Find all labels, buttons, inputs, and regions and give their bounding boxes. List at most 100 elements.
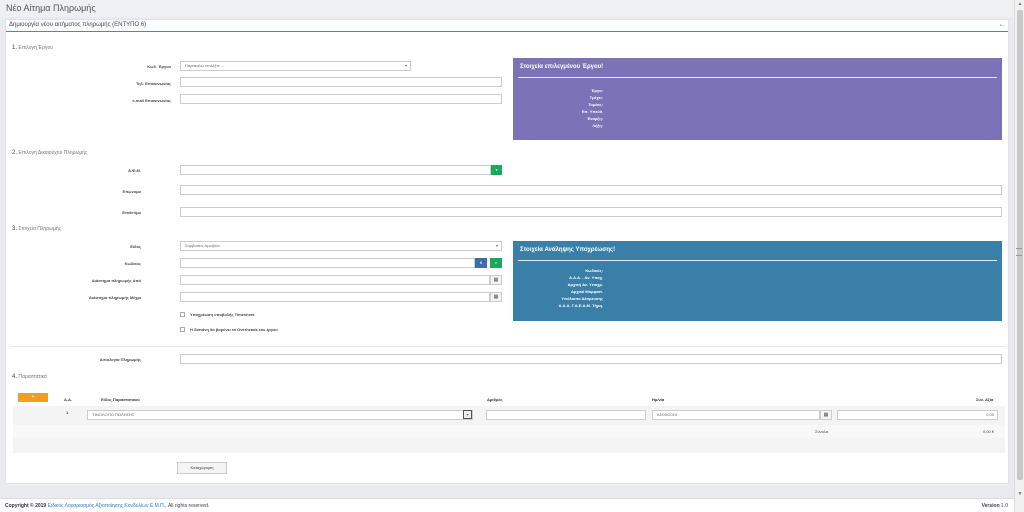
surname-input[interactable]	[180, 185, 1002, 195]
document-date-input[interactable]: 02/05/2019	[652, 410, 820, 420]
payment-type-value: Σύμβασεις Αμοιβών	[185, 243, 221, 248]
footer-copyright: Copyright © 2019 Ειδικός Λογαριασμός Αξι…	[5, 503, 209, 509]
calendar-icon[interactable]: ▦	[820, 410, 832, 420]
section-3-title-text: Στοιχεία Πληρωμής	[18, 226, 62, 232]
period-to-label: Διάστημα πληρωμής Μέχρι	[89, 295, 141, 300]
page-title: Νέο Αίτημα Πληρωμής	[6, 3, 96, 13]
document-value: 0,00	[986, 412, 994, 417]
project-info-field: Έργο:	[591, 88, 603, 93]
scroll-thumb[interactable]	[1017, 10, 1023, 480]
section-3-number: 3.	[12, 226, 18, 232]
add-document-button[interactable]: +	[18, 393, 48, 402]
firstname-input[interactable]	[180, 207, 1002, 217]
payment-type-label: Είδος	[130, 244, 141, 249]
commitment-info-box: Στοιχεία Ανάληψης Υποχρέωσης! Κωδικός: Α…	[513, 241, 1002, 321]
commitment-info-field: Α.Α.Α. - Αν. Υποχ.	[569, 275, 603, 280]
project-info-field: Τρέχει:	[589, 95, 603, 100]
phone-label: Τηλ. Επικοινωνίας	[135, 81, 171, 86]
overheads-label: Η δαπάνη θα βαρύνει τα Overheads του έργ…	[190, 327, 278, 332]
document-type-select[interactable]: ΤΙΜΟΛΟΓΙΟ ΠΩΛΗΣΗΣ ▾	[87, 410, 473, 420]
project-info-box: Στοιχεία επιλεγμένου Έργου! Έργο: Τρέχει…	[513, 58, 1002, 140]
totals-label: Σύνολα	[815, 429, 829, 434]
timesheet-checkbox[interactable]	[180, 312, 185, 317]
section-3-title: 3. Στοιχεία Πληρωμής	[12, 226, 61, 232]
commitment-info-field: Αρχικό Μορφοπ.	[570, 289, 603, 294]
document-value-input[interactable]: 0,00	[837, 410, 998, 420]
calendar-icon[interactable]: ▦	[490, 275, 502, 285]
table-footer-band	[13, 438, 1005, 453]
chevron-down-icon: ▾	[404, 63, 407, 68]
section-2-title-text: Επιλογή Δικαιούχου Πληρωμής	[18, 150, 88, 156]
column-header-aa: Α.Α.	[64, 397, 72, 402]
totals-value: 0,00 €	[983, 429, 995, 434]
section-2-number: 2.	[12, 150, 18, 156]
version-label: Version	[981, 503, 1000, 509]
search-button[interactable]: ⌕	[490, 258, 502, 268]
row-aa: 1	[66, 410, 69, 415]
footer-version: Version 1.0	[982, 503, 1008, 509]
email-input[interactable]	[180, 94, 502, 104]
totals-row: Σύνολα 0,00 €	[13, 425, 1005, 438]
commitment-info-field: Κωδικός:	[585, 268, 603, 273]
scroll-up-icon[interactable]: ▲	[1016, 0, 1024, 8]
commitment-info-field: Α.Α.Α. Γ.Α.Ε.Α.Μ. Τήρη.	[558, 303, 603, 308]
chevron-down-icon[interactable]: ▾	[463, 410, 472, 419]
page-header: Νέο Αίτημα Πληρωμής	[0, 0, 1014, 17]
phone-input[interactable]	[180, 77, 502, 87]
vertical-scrollbar[interactable]: ▲ ▼	[1014, 0, 1024, 512]
panel-heading-text: Δημιουργία νέου αιτήματος πληρωμής (ΕΝΤΥ…	[9, 22, 147, 28]
project-info-field: Έναρξη:	[586, 116, 603, 121]
afm-label: Α.Φ.Μ.	[128, 168, 141, 173]
column-header-document-type: Είδος Παραστατικού	[101, 397, 140, 402]
project-code-select[interactable]: Παρακαλώ επιλέξτε ... ▾	[180, 61, 411, 71]
column-header-total-value: Συν. Αξία	[976, 397, 994, 402]
currency-button[interactable]: $	[475, 258, 487, 268]
period-from-label: Διάστημα πληρωμής Από	[91, 278, 141, 283]
afm-dropdown-button[interactable]: ▾	[491, 165, 502, 175]
rights-text: , All rights reserved.	[165, 503, 210, 509]
chevron-down-icon: ▾	[495, 243, 498, 248]
project-info-field: Επ. Υπεύθ.	[581, 109, 603, 114]
project-code-placeholder: Παρακαλώ επιλέξτε ...	[185, 63, 225, 68]
column-header-number: Αριθμός	[487, 397, 503, 402]
project-info-title: Στοιχεία επιλεγμένου Έργου!	[520, 64, 604, 70]
section-1-title-text: Επιλογή Έργου	[18, 45, 53, 51]
code-input[interactable]	[180, 258, 475, 268]
footer: Copyright © 2019 Ειδικός Λογαριασμός Αξι…	[0, 498, 1014, 512]
submit-button[interactable]: Καταχώρηση	[177, 462, 227, 474]
section-4-number: 4.	[12, 374, 18, 380]
justification-label: Αιτιολογία Πληρωμής	[99, 357, 141, 362]
scroll-grip-icon[interactable]	[1016, 248, 1022, 256]
period-from-input[interactable]	[180, 275, 490, 285]
column-header-date: Ημ/νία	[652, 397, 665, 402]
project-info-divider	[518, 77, 997, 78]
section-4-title-text: Παραστατικά	[18, 374, 47, 380]
project-info-field: Τομέας:	[588, 102, 603, 107]
project-code-label: Κωδ. Έργου	[147, 64, 171, 69]
calendar-icon[interactable]: ▦	[490, 292, 502, 302]
code-label: Κωδικός	[124, 261, 141, 266]
section-1-title: 1. Επιλογή Έργου	[12, 45, 53, 51]
firstname-label: Επιθετ/μο	[122, 210, 141, 215]
payment-type-select[interactable]: Σύμβασεις Αμοιβών ▾	[180, 241, 502, 251]
copyright-prefix: Copyright © 2019	[5, 503, 47, 509]
document-date-value: 02/05/2019	[657, 412, 678, 417]
collapse-icon[interactable]: ←	[999, 22, 1005, 28]
period-to-input[interactable]	[180, 292, 490, 302]
section-2-title: 2. Επιλογή Δικαιούχου Πληρωμής	[12, 150, 87, 156]
version-value: 1.0	[1001, 503, 1008, 509]
commitment-info-field: Υπόλοιπο Δέσμευσης	[561, 296, 603, 301]
commitment-info-divider	[518, 260, 997, 261]
surname-label: Επώνυμο	[122, 189, 141, 194]
timesheet-label: Υποχρέωση υποβολής Timesheet	[190, 312, 255, 317]
document-number-input[interactable]	[486, 410, 646, 420]
document-type-value: ΤΙΜΟΛΟΓΙΟ ΠΩΛΗΣΗΣ	[92, 412, 135, 417]
overheads-checkbox[interactable]	[180, 327, 185, 332]
payment-request-panel: Δημιουργία νέου αιτήματος πληρωμής (ΕΝΤΥ…	[5, 19, 1009, 484]
scroll-down-icon[interactable]: ▼	[1016, 490, 1024, 498]
company-link[interactable]: Ειδικός Λογαριασμός Αξιοποίησης Κονδυλίω…	[48, 503, 166, 509]
afm-select[interactable]	[180, 165, 491, 175]
commitment-info-title: Στοιχεία Ανάληψης Υποχρέωσης!	[520, 247, 616, 253]
justification-input[interactable]	[180, 354, 1002, 364]
project-info-field: Λήξη:	[592, 123, 603, 128]
